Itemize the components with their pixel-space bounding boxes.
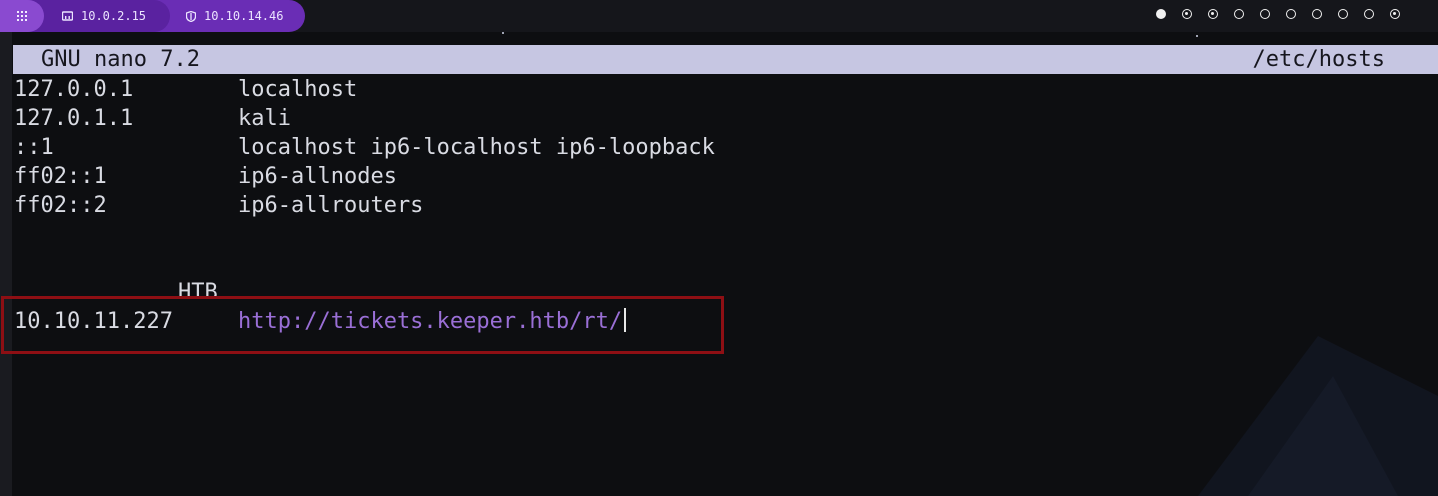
hosts-line[interactable]: 127.0.1.1 kali	[14, 104, 291, 133]
grid-icon	[17, 11, 27, 21]
local-ip-label: 10.0.2.15	[81, 9, 147, 23]
hosts-address: ::1	[14, 135, 54, 160]
hosts-hostname: localhost ip6-localhost ip6-loopback	[238, 135, 715, 160]
nano-title-bar: GNU nano 7.2 /etc/hosts	[13, 45, 1438, 74]
hosts-address: 127.0.1.1	[14, 106, 134, 131]
vpn-ip-indicator[interactable]: 10.10.14.46	[186, 0, 283, 32]
hosts-address: 127.0.0.1	[14, 77, 134, 102]
workspace-3-icon[interactable]	[1208, 9, 1218, 19]
vpn-shield-icon	[186, 10, 196, 22]
local-ip-indicator[interactable]: 10.0.2.15	[62, 0, 146, 32]
hosts-hostname: ip6-allnodes	[238, 164, 397, 189]
app-launcher-button[interactable]	[0, 0, 44, 32]
vpn-ip-label: 10.10.14.46	[204, 9, 284, 23]
terminal-window[interactable]: GNU nano 7.2 /etc/hosts 127.0.0.1 localh…	[0, 32, 1438, 496]
star-decoration	[502, 32, 504, 34]
star-decoration	[1196, 35, 1198, 37]
wallpaper-mountain	[1198, 336, 1438, 496]
top-bar: 10.0.2.15 10.10.14.46	[0, 0, 1438, 32]
hosts-line[interactable]: 127.0.0.1 localhost	[14, 75, 357, 104]
hosts-address: ff02::1	[14, 164, 107, 189]
hosts-line[interactable]: ::1 localhost ip6-localhost ip6-loopback	[14, 133, 715, 162]
workspace-4-icon[interactable]	[1234, 9, 1244, 19]
hosts-line[interactable]: ff02::1 ip6-allnodes	[14, 162, 397, 191]
hosts-line[interactable]: ff02::2 ip6-allrouters	[14, 191, 423, 220]
workspace-2-icon[interactable]	[1182, 9, 1192, 19]
workspace-9-icon[interactable]	[1364, 9, 1374, 19]
workspace-switcher	[1156, 9, 1416, 23]
workspace-7-icon[interactable]	[1312, 9, 1322, 19]
highlight-annotation-box	[1, 296, 724, 354]
workspace-1-icon[interactable]	[1156, 9, 1166, 19]
terminal-left-border	[0, 32, 12, 496]
hosts-address: ff02::2	[14, 193, 107, 218]
hosts-comment-line[interactable]: HTB	[125, 249, 218, 305]
workspace-6-icon[interactable]	[1286, 9, 1296, 19]
ethernet-icon	[62, 10, 73, 21]
open-file-name: /etc/hosts	[1252, 47, 1385, 72]
workspace-5-icon[interactable]	[1260, 9, 1270, 19]
hosts-hostname: ip6-allrouters	[238, 193, 424, 218]
workspace-8-icon[interactable]	[1338, 9, 1348, 19]
nano-version-label: GNU nano 7.2	[41, 47, 200, 72]
hosts-hostname: kali	[238, 106, 291, 131]
workspace-10-icon[interactable]	[1390, 9, 1400, 19]
hosts-hostname: localhost	[238, 77, 358, 102]
